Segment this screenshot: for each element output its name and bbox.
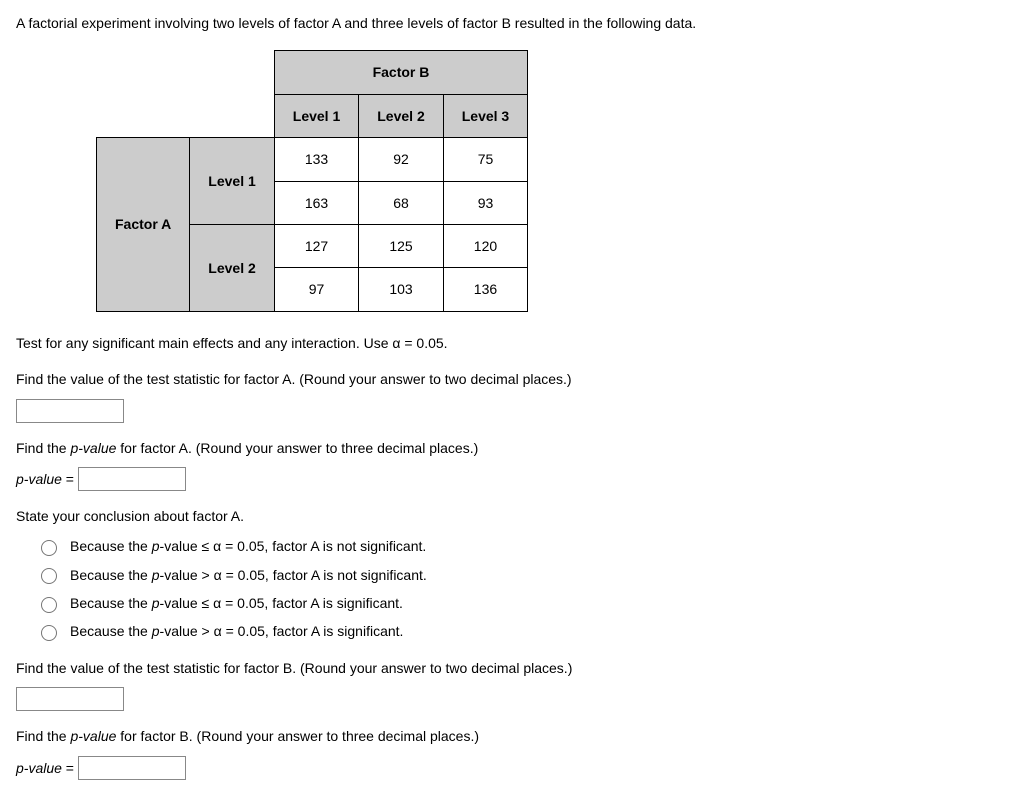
a-level-1: Level 1 <box>190 138 274 225</box>
pval-label-b: p-value <box>16 760 62 776</box>
factor-b-pval-input[interactable] <box>78 756 186 780</box>
cell: 120 <box>443 224 527 267</box>
factor-a-pval-line: p-value = <box>16 467 1008 491</box>
cell: 127 <box>274 224 358 267</box>
cell: 75 <box>443 138 527 181</box>
cell: 163 <box>274 181 358 224</box>
radio-text: -value ≤ α = 0.05, factor A is not signi… <box>160 538 427 554</box>
factor-a-header: Factor A <box>97 138 190 312</box>
pval-a-suffix: for factor A. (Round your answer to thre… <box>116 440 478 456</box>
q-conclusion-a: State your conclusion about factor A. <box>16 505 1008 527</box>
factor-b-pval-line: p-value = <box>16 756 1008 780</box>
radio-pv: p <box>152 623 160 639</box>
radio-text: -value ≤ α = 0.05, factor A is significa… <box>160 595 403 611</box>
cell: 68 <box>359 181 443 224</box>
factor-a-stat-input[interactable] <box>16 399 124 423</box>
pvalue-word: p-value <box>70 440 116 456</box>
intro-text: A factorial experiment involving two lev… <box>16 12 1008 34</box>
radio-text: Because the <box>70 623 152 639</box>
radio-option-a-1[interactable]: Because the p-value ≤ α = 0.05, factor A… <box>36 535 1008 557</box>
b-level-2: Level 2 <box>359 94 443 137</box>
q-factor-b-pval: Find the p-value for factor B. (Round yo… <box>16 725 1008 747</box>
radio-a-3[interactable] <box>41 597 57 613</box>
a-level-2: Level 2 <box>190 224 274 311</box>
q-factor-b-stat: Find the value of the test statistic for… <box>16 657 1008 679</box>
factor-b-header: Factor B <box>274 51 527 94</box>
q-factor-a-pval: Find the p-value for factor A. (Round yo… <box>16 437 1008 459</box>
radio-a-2[interactable] <box>41 568 57 584</box>
pval-b-suffix: for factor B. (Round your answer to thre… <box>116 728 479 744</box>
test-instructions: Test for any significant main effects an… <box>16 332 1008 354</box>
pval-b-prefix: Find the <box>16 728 70 744</box>
factor-a-pval-input[interactable] <box>78 467 186 491</box>
cell: 92 <box>359 138 443 181</box>
radio-pv: p <box>152 595 160 611</box>
q-factor-a-stat: Find the value of the test statistic for… <box>16 368 1008 390</box>
radio-a-1[interactable] <box>41 540 57 556</box>
radio-text: -value > α = 0.05, factor A is significa… <box>160 623 404 639</box>
radio-text: Because the <box>70 595 152 611</box>
b-level-3: Level 3 <box>443 94 527 137</box>
cell: 103 <box>359 268 443 311</box>
cell: 125 <box>359 224 443 267</box>
pval-label-a: p-value <box>16 471 62 487</box>
pvalue-word: p-value <box>70 728 116 744</box>
cell: 93 <box>443 181 527 224</box>
radio-text: Because the <box>70 538 152 554</box>
data-table: Factor B Level 1 Level 2 Level 3 Factor … <box>96 50 528 311</box>
factor-b-stat-input[interactable] <box>16 687 124 711</box>
cell: 97 <box>274 268 358 311</box>
radio-text: Because the <box>70 567 152 583</box>
radio-pv: p <box>152 567 160 583</box>
radio-a-4[interactable] <box>41 625 57 641</box>
radio-option-a-2[interactable]: Because the p-value > α = 0.05, factor A… <box>36 564 1008 586</box>
equals-a: = <box>62 471 78 487</box>
radio-group-a: Because the p-value ≤ α = 0.05, factor A… <box>36 535 1008 643</box>
b-level-1: Level 1 <box>274 94 358 137</box>
cell: 136 <box>443 268 527 311</box>
radio-option-a-3[interactable]: Because the p-value ≤ α = 0.05, factor A… <box>36 592 1008 614</box>
cell: 133 <box>274 138 358 181</box>
pval-a-prefix: Find the <box>16 440 70 456</box>
radio-text: -value > α = 0.05, factor A is not signi… <box>160 567 427 583</box>
radio-pv: p <box>152 538 160 554</box>
equals-b: = <box>62 760 78 776</box>
radio-option-a-4[interactable]: Because the p-value > α = 0.05, factor A… <box>36 620 1008 642</box>
